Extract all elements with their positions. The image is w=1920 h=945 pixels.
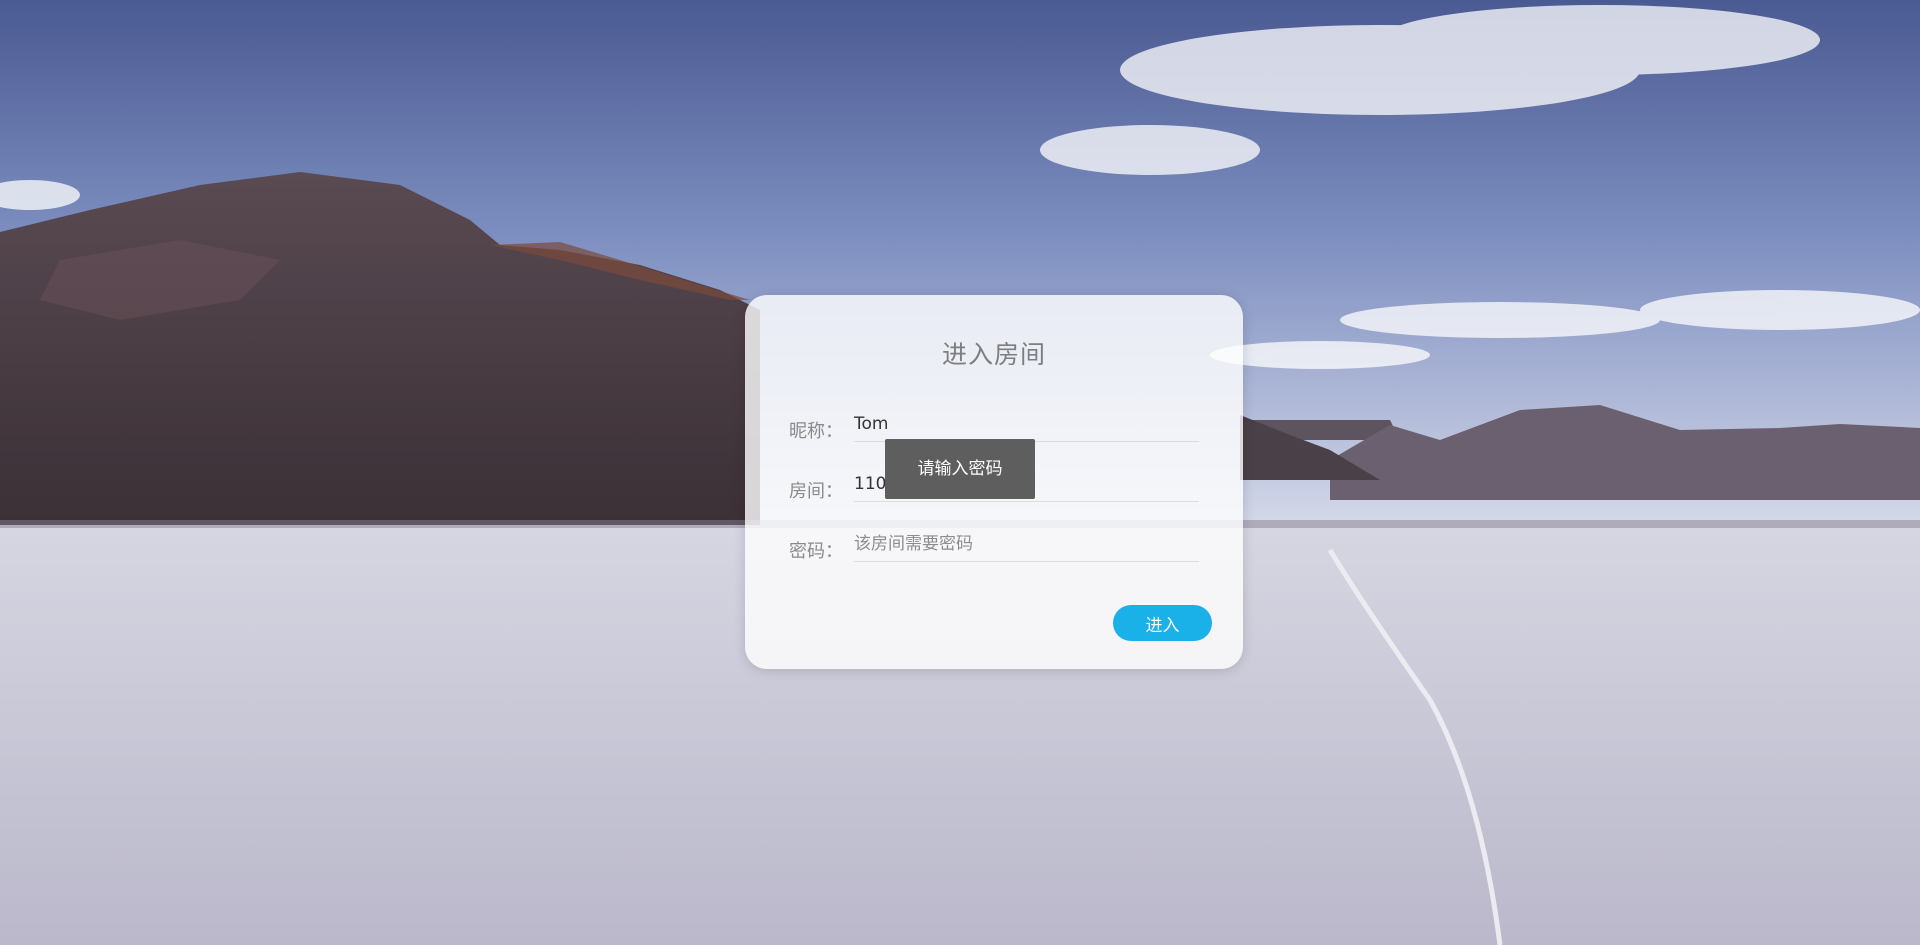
nickname-input[interactable] xyxy=(854,407,1199,442)
password-label: 密码： xyxy=(789,541,843,562)
toast-message: 请输入密码 xyxy=(885,439,1035,499)
enter-button[interactable]: 进入 xyxy=(1113,605,1212,641)
nickname-label: 昵称： xyxy=(789,421,843,442)
password-row: 密码： xyxy=(789,527,1205,563)
login-screen: 进入房间 昵称： 房间： 密码： 进入 请输入密码 xyxy=(0,0,1920,945)
room-label: 房间： xyxy=(789,481,843,502)
nickname-row: 昵称： xyxy=(789,407,1205,443)
password-input[interactable] xyxy=(854,527,1199,562)
dialog-title: 进入房间 xyxy=(941,340,1046,369)
